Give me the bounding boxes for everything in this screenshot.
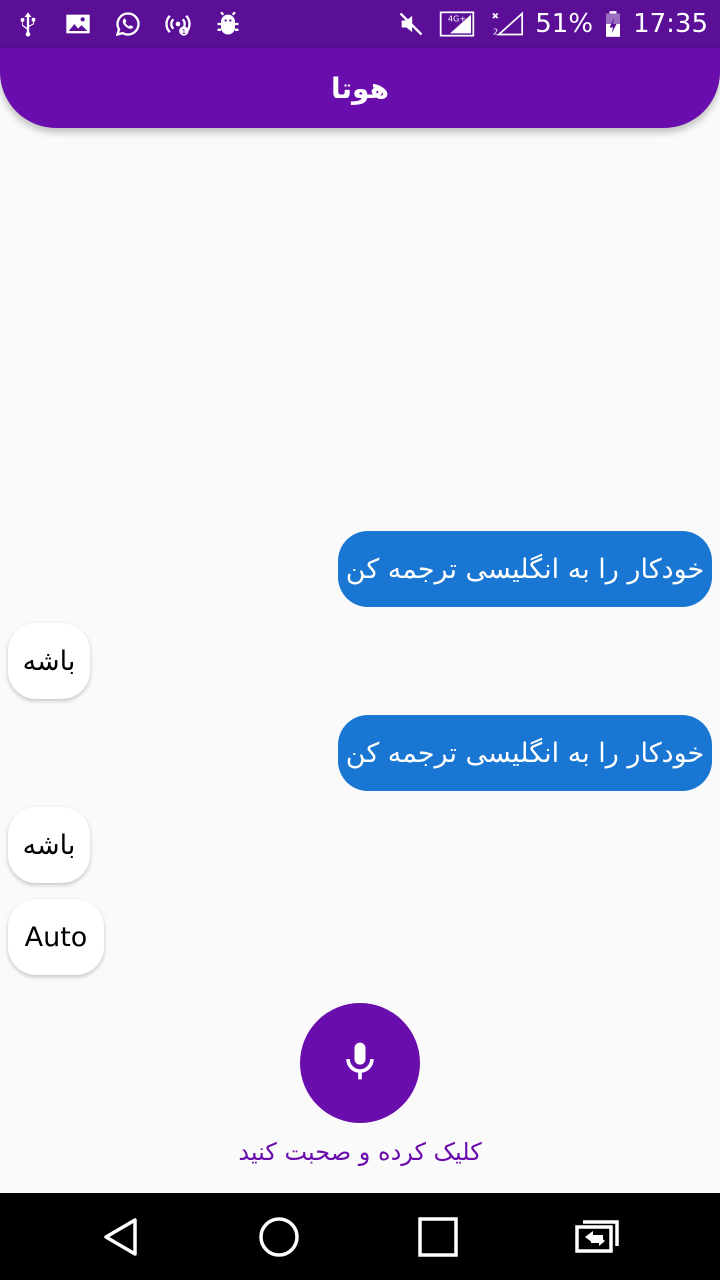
recents-button[interactable] [414, 1213, 462, 1261]
status-bar-right: 4G+ 2 51% 17:35 [397, 8, 708, 40]
status-bar-left: 1 [14, 8, 242, 40]
mic-button[interactable] [300, 1003, 420, 1123]
battery-charging-icon [603, 10, 623, 38]
signal-4g-icon: 4G+ [435, 10, 479, 38]
back-button[interactable] [97, 1213, 145, 1261]
back-icon [104, 1218, 137, 1256]
bot-message: Auto [8, 899, 104, 975]
usb-icon [14, 10, 42, 38]
network-label: 4G+ [448, 14, 466, 24]
bot-message: باشه [8, 623, 90, 699]
app-title: هوتا [331, 71, 389, 105]
status-bar: 1 4G+ 2 51% 17:35 [0, 0, 720, 48]
image-icon [64, 10, 92, 38]
signal-sim2-icon: 2 [489, 10, 525, 38]
app-bar: هوتا [0, 48, 720, 128]
switch-button[interactable] [573, 1213, 621, 1261]
microphone-icon [338, 1039, 382, 1087]
recents-icon [418, 1217, 458, 1257]
hotspot-icon: 1 [164, 10, 192, 38]
whatsapp-icon [114, 10, 142, 38]
mute-icon [397, 10, 425, 38]
home-icon [259, 1217, 299, 1257]
android-debug-icon [214, 10, 242, 38]
svg-text:2: 2 [493, 27, 498, 37]
user-message: خودکار را به انگلیسی ترجمه کن [338, 531, 712, 607]
status-time: 17:35 [633, 9, 708, 39]
battery-percent: 51% [535, 9, 594, 39]
home-button[interactable] [255, 1213, 303, 1261]
user-message: خودکار را به انگلیسی ترجمه کن [338, 715, 712, 791]
switch-icon [575, 1220, 619, 1253]
svg-text:1: 1 [182, 28, 186, 36]
nav-bar [0, 1193, 720, 1280]
mic-hint: کلیک کرده و صحبت کنید [238, 1138, 482, 1166]
bot-message: باشه [8, 807, 90, 883]
